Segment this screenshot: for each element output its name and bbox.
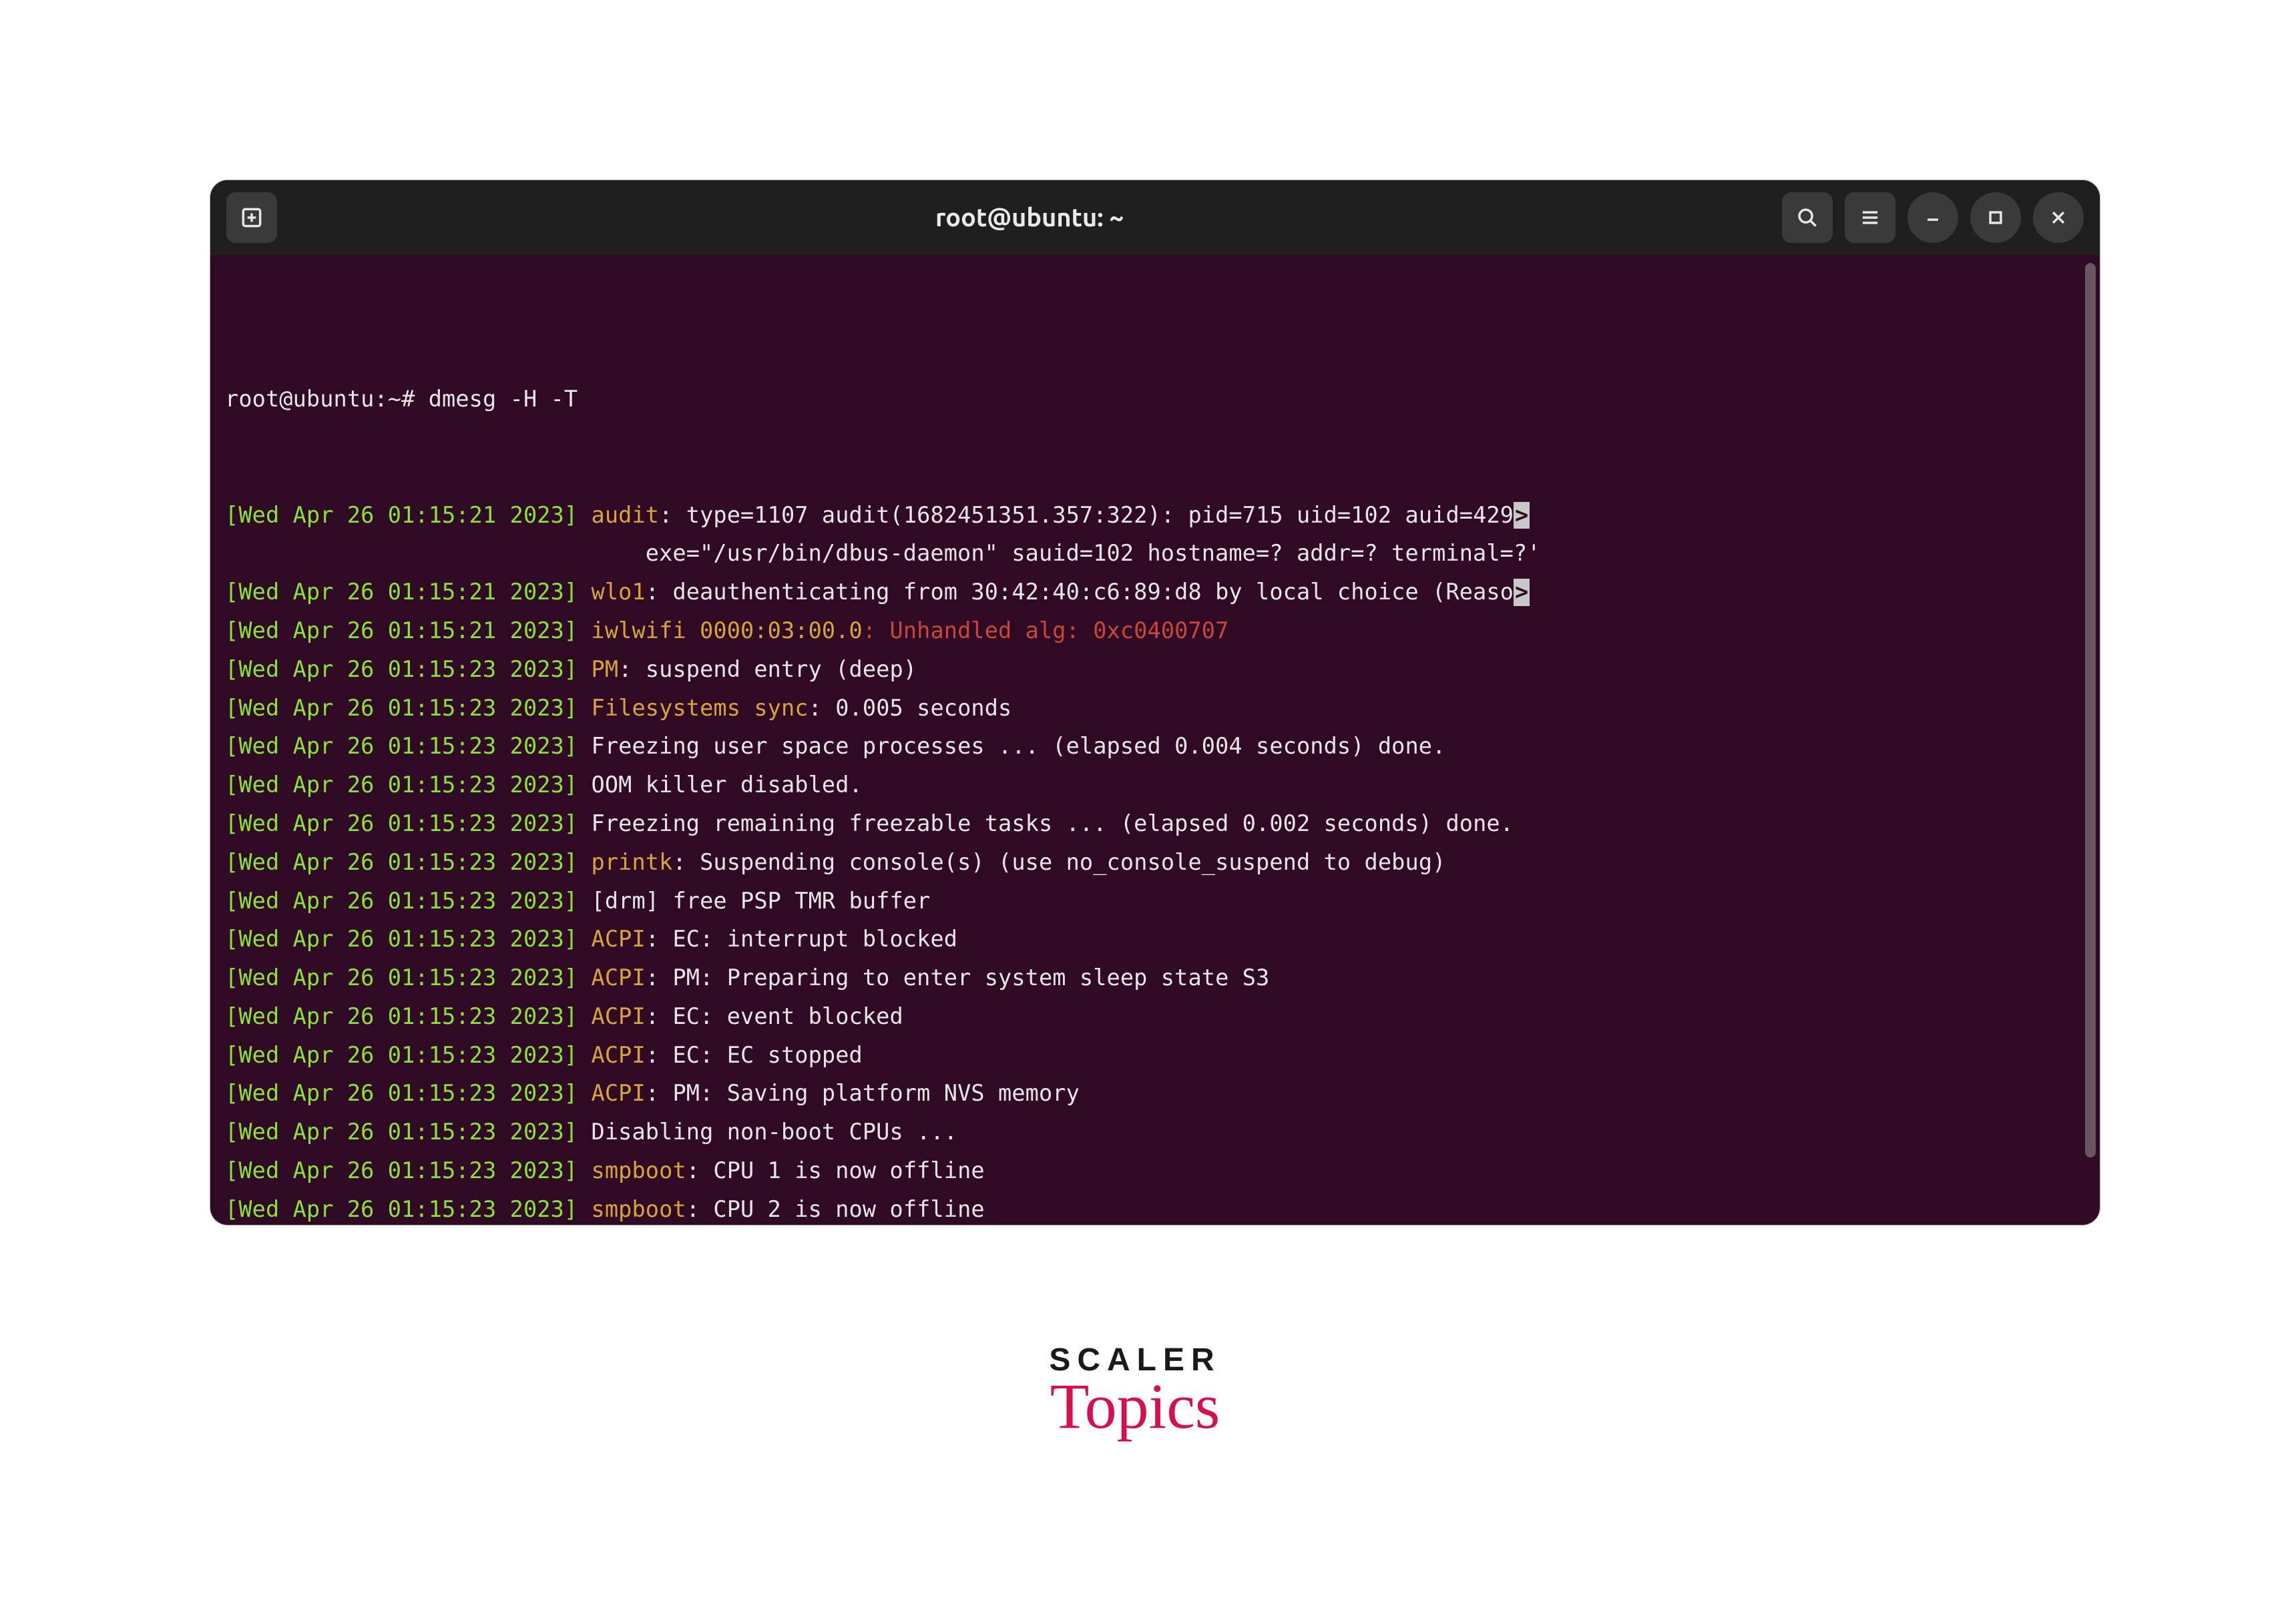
log-line: [Wed Apr 26 01:15:23 2023] smpboot: CPU … (225, 1190, 2100, 1225)
log-line: [Wed Apr 26 01:15:23 2023] Freezing rema… (225, 804, 2100, 843)
log-line: [Wed Apr 26 01:15:23 2023] PM: suspend e… (225, 650, 2100, 689)
log-line: [Wed Apr 26 01:15:23 2023] ACPI: EC: EC … (225, 1036, 2100, 1075)
log-line: [Wed Apr 26 01:15:21 2023] audit: type=1… (225, 496, 2100, 535)
watermark-line2: Topics (1049, 1369, 1220, 1443)
titlebar: root@ubuntu: ~ (210, 180, 2100, 255)
log-line: [Wed Apr 26 01:15:23 2023] ACPI: PM: Sav… (225, 1074, 2100, 1113)
log-line: [Wed Apr 26 01:15:23 2023] ACPI: PM: Pre… (225, 959, 2100, 997)
log-line: [Wed Apr 26 01:15:21 2023] iwlwifi 0000:… (225, 611, 2100, 650)
log-line: exe="/usr/bin/dbus-daemon" sauid=102 hos… (225, 534, 2100, 573)
new-tab-button[interactable] (226, 192, 277, 243)
scrollbar[interactable] (2085, 263, 2096, 1157)
terminal-body[interactable]: root@ubuntu:~# dmesg -H -T [Wed Apr 26 0… (210, 255, 2100, 1225)
log-line: [Wed Apr 26 01:15:23 2023] Filesystems s… (225, 689, 2100, 728)
close-button[interactable] (2033, 192, 2084, 243)
log-line: [Wed Apr 26 01:15:23 2023] Disabling non… (225, 1113, 2100, 1151)
log-line: [Wed Apr 26 01:15:23 2023] [drm] free PS… (225, 882, 2100, 920)
terminal-window: root@ubuntu: ~ root@ubuntu:~# dmesg -H -… (210, 180, 2100, 1225)
log-line: [Wed Apr 26 01:15:23 2023] Freezing user… (225, 727, 2100, 766)
menu-button[interactable] (1845, 192, 1895, 243)
titlebar-right (1782, 192, 2084, 243)
watermark: SCALER Topics (1049, 1342, 1220, 1443)
log-line: [Wed Apr 26 01:15:23 2023] OOM killer di… (225, 766, 2100, 804)
maximize-button[interactable] (1970, 192, 2021, 243)
log-line: [Wed Apr 26 01:15:23 2023] smpboot: CPU … (225, 1151, 2100, 1190)
log-line: [Wed Apr 26 01:15:23 2023] printk: Suspe… (225, 843, 2100, 882)
log-line: [Wed Apr 26 01:15:21 2023] wlo1: deauthe… (225, 573, 2100, 611)
dmesg-output: [Wed Apr 26 01:15:21 2023] audit: type=1… (225, 496, 2100, 1225)
log-line: [Wed Apr 26 01:15:23 2023] ACPI: EC: int… (225, 920, 2100, 959)
window-title: root@ubuntu: ~ (289, 204, 1770, 232)
search-button[interactable] (1782, 192, 1833, 243)
prompt-line: root@ubuntu:~# dmesg -H -T (225, 380, 2100, 419)
minimize-button[interactable] (1907, 192, 1958, 243)
log-line: [Wed Apr 26 01:15:23 2023] ACPI: EC: eve… (225, 997, 2100, 1036)
